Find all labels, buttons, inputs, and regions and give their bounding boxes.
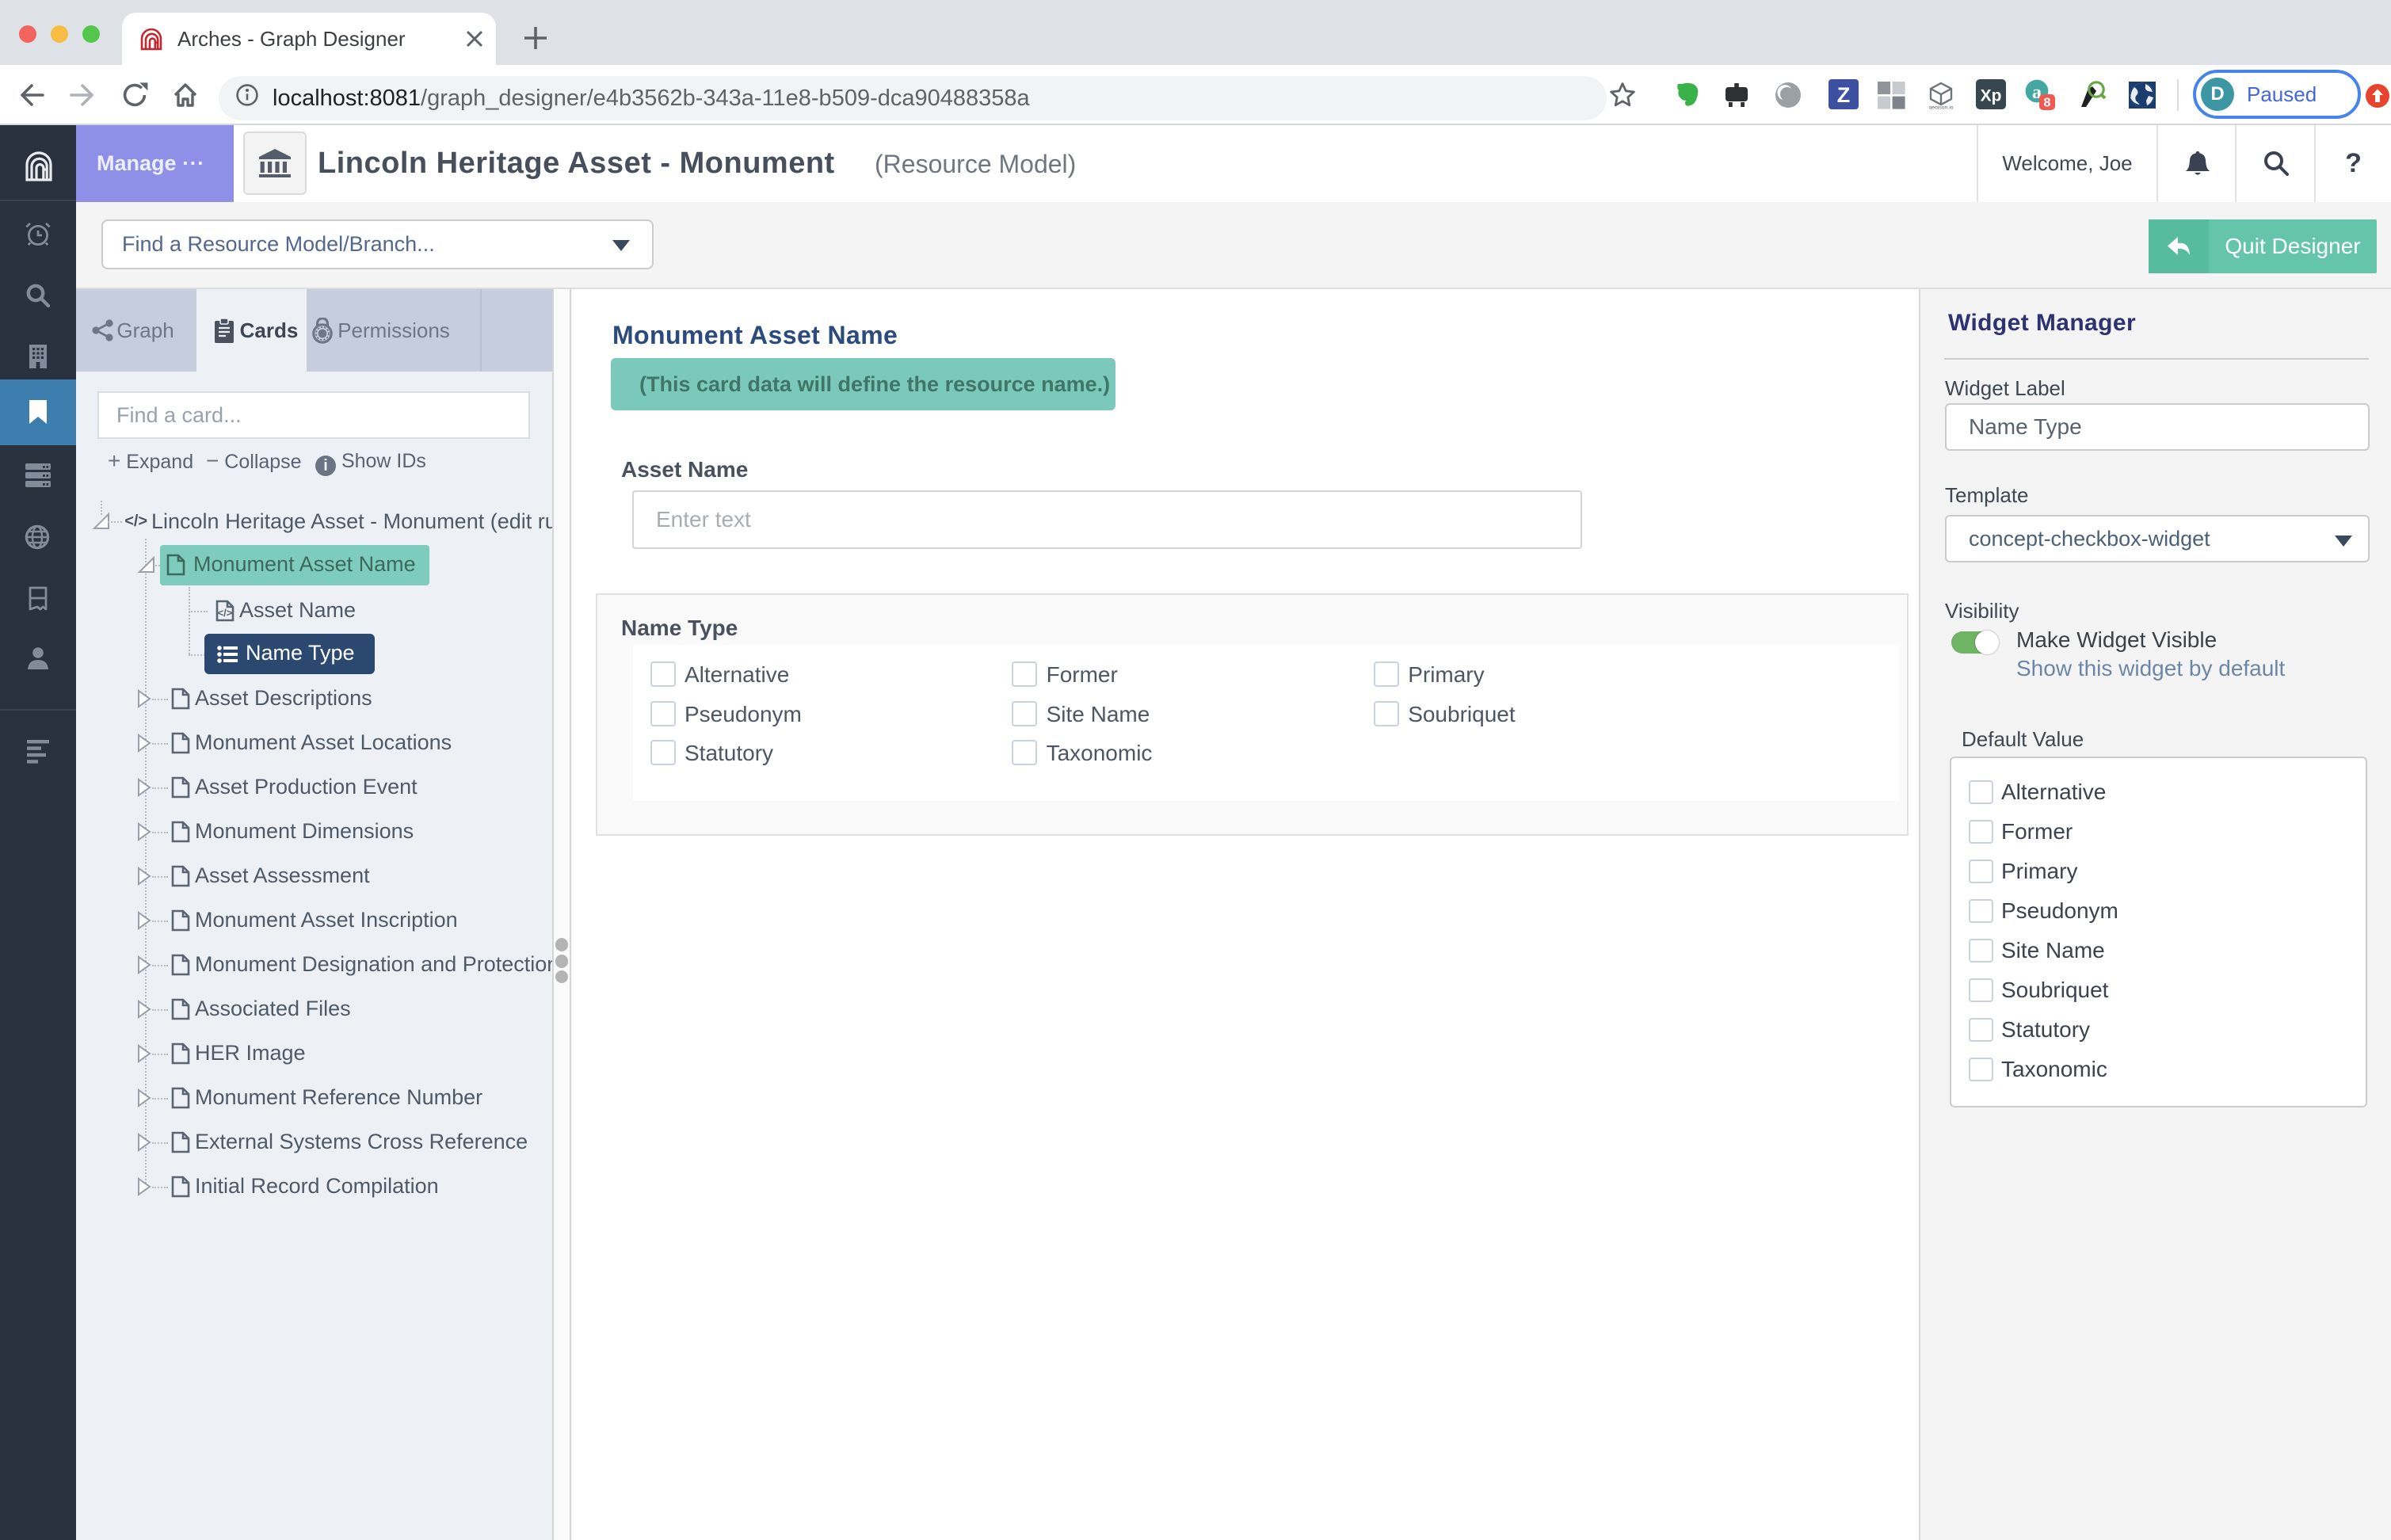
- svg-text:geojson.io: geojson.io: [1928, 105, 1953, 109]
- svg-text:8: 8: [2044, 97, 2051, 110]
- svg-text:Z: Z: [1837, 83, 1851, 107]
- svg-text:Xp: Xp: [1981, 87, 2002, 105]
- svg-text:</>: </>: [218, 607, 233, 619]
